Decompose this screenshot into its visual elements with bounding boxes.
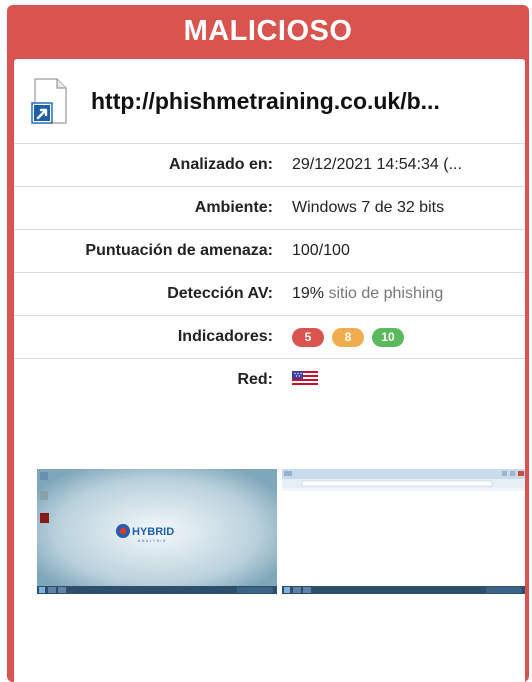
av-detection-label: Detección AV:	[167, 285, 273, 302]
row-analyzed: Analizado en: 29/12/2021 14:54:34 (...	[14, 144, 525, 187]
indicator-badge-malicious[interactable]: 5	[292, 327, 324, 347]
threat-score-value: 100/100	[292, 242, 350, 259]
indicators-value: 5 8 10	[283, 327, 412, 347]
browser-screenshot[interactable]	[282, 469, 525, 594]
row-threat-score: Puntuación de amenaza: 100/100	[14, 230, 525, 273]
us-flag-icon[interactable]	[291, 370, 319, 390]
threat-score-label: Puntuación de amenaza:	[85, 242, 273, 259]
environment-value: Windows 7 de 32 bits	[292, 199, 445, 216]
network-label: Red:	[237, 371, 273, 388]
indicator-badge-informative[interactable]: 10	[372, 327, 404, 347]
row-av-detection: Detección AV: 19% sitio de phishing	[14, 273, 525, 316]
row-indicators: Indicadores: 5 8 10	[14, 316, 525, 359]
av-detection-value: 19% sitio de phishing	[283, 285, 443, 303]
url-row[interactable]: http://phishmetraining.co.uk/b...	[14, 59, 525, 144]
row-environment: Ambiente: Windows 7 de 32 bits	[14, 187, 525, 230]
hybrid-logo-text: HYBRID	[132, 526, 174, 538]
indicator-badge-suspicious[interactable]: 8	[332, 327, 364, 347]
analyzed-value: 29/12/2021 14:54:34 (...	[292, 156, 462, 173]
hybrid-logo-subtext: ANALYSIS	[138, 539, 167, 543]
av-detection-desc: sitio de phishing	[328, 285, 444, 302]
indicators-label: Indicadores:	[177, 328, 273, 345]
desktop-screenshot[interactable]: HYBRID ANALYSIS	[37, 469, 277, 594]
row-network: Red:	[14, 359, 525, 401]
shortcut-file-icon	[29, 77, 69, 125]
environment-label: Ambiente:	[194, 199, 273, 216]
verdict-header: MALICIOSO	[183, 14, 353, 47]
av-detection-percent: 19%	[292, 285, 325, 302]
malicious-report-card: MALICIOSO http://phishmetraining.co.uk/b…	[7, 5, 529, 682]
analyzed-url[interactable]: http://phishmetraining.co.uk/b...	[91, 88, 440, 115]
report-body: http://phishmetraining.co.uk/b... Analiz…	[14, 59, 525, 682]
analyzed-label: Analizado en:	[168, 156, 273, 173]
network-value	[283, 370, 319, 390]
